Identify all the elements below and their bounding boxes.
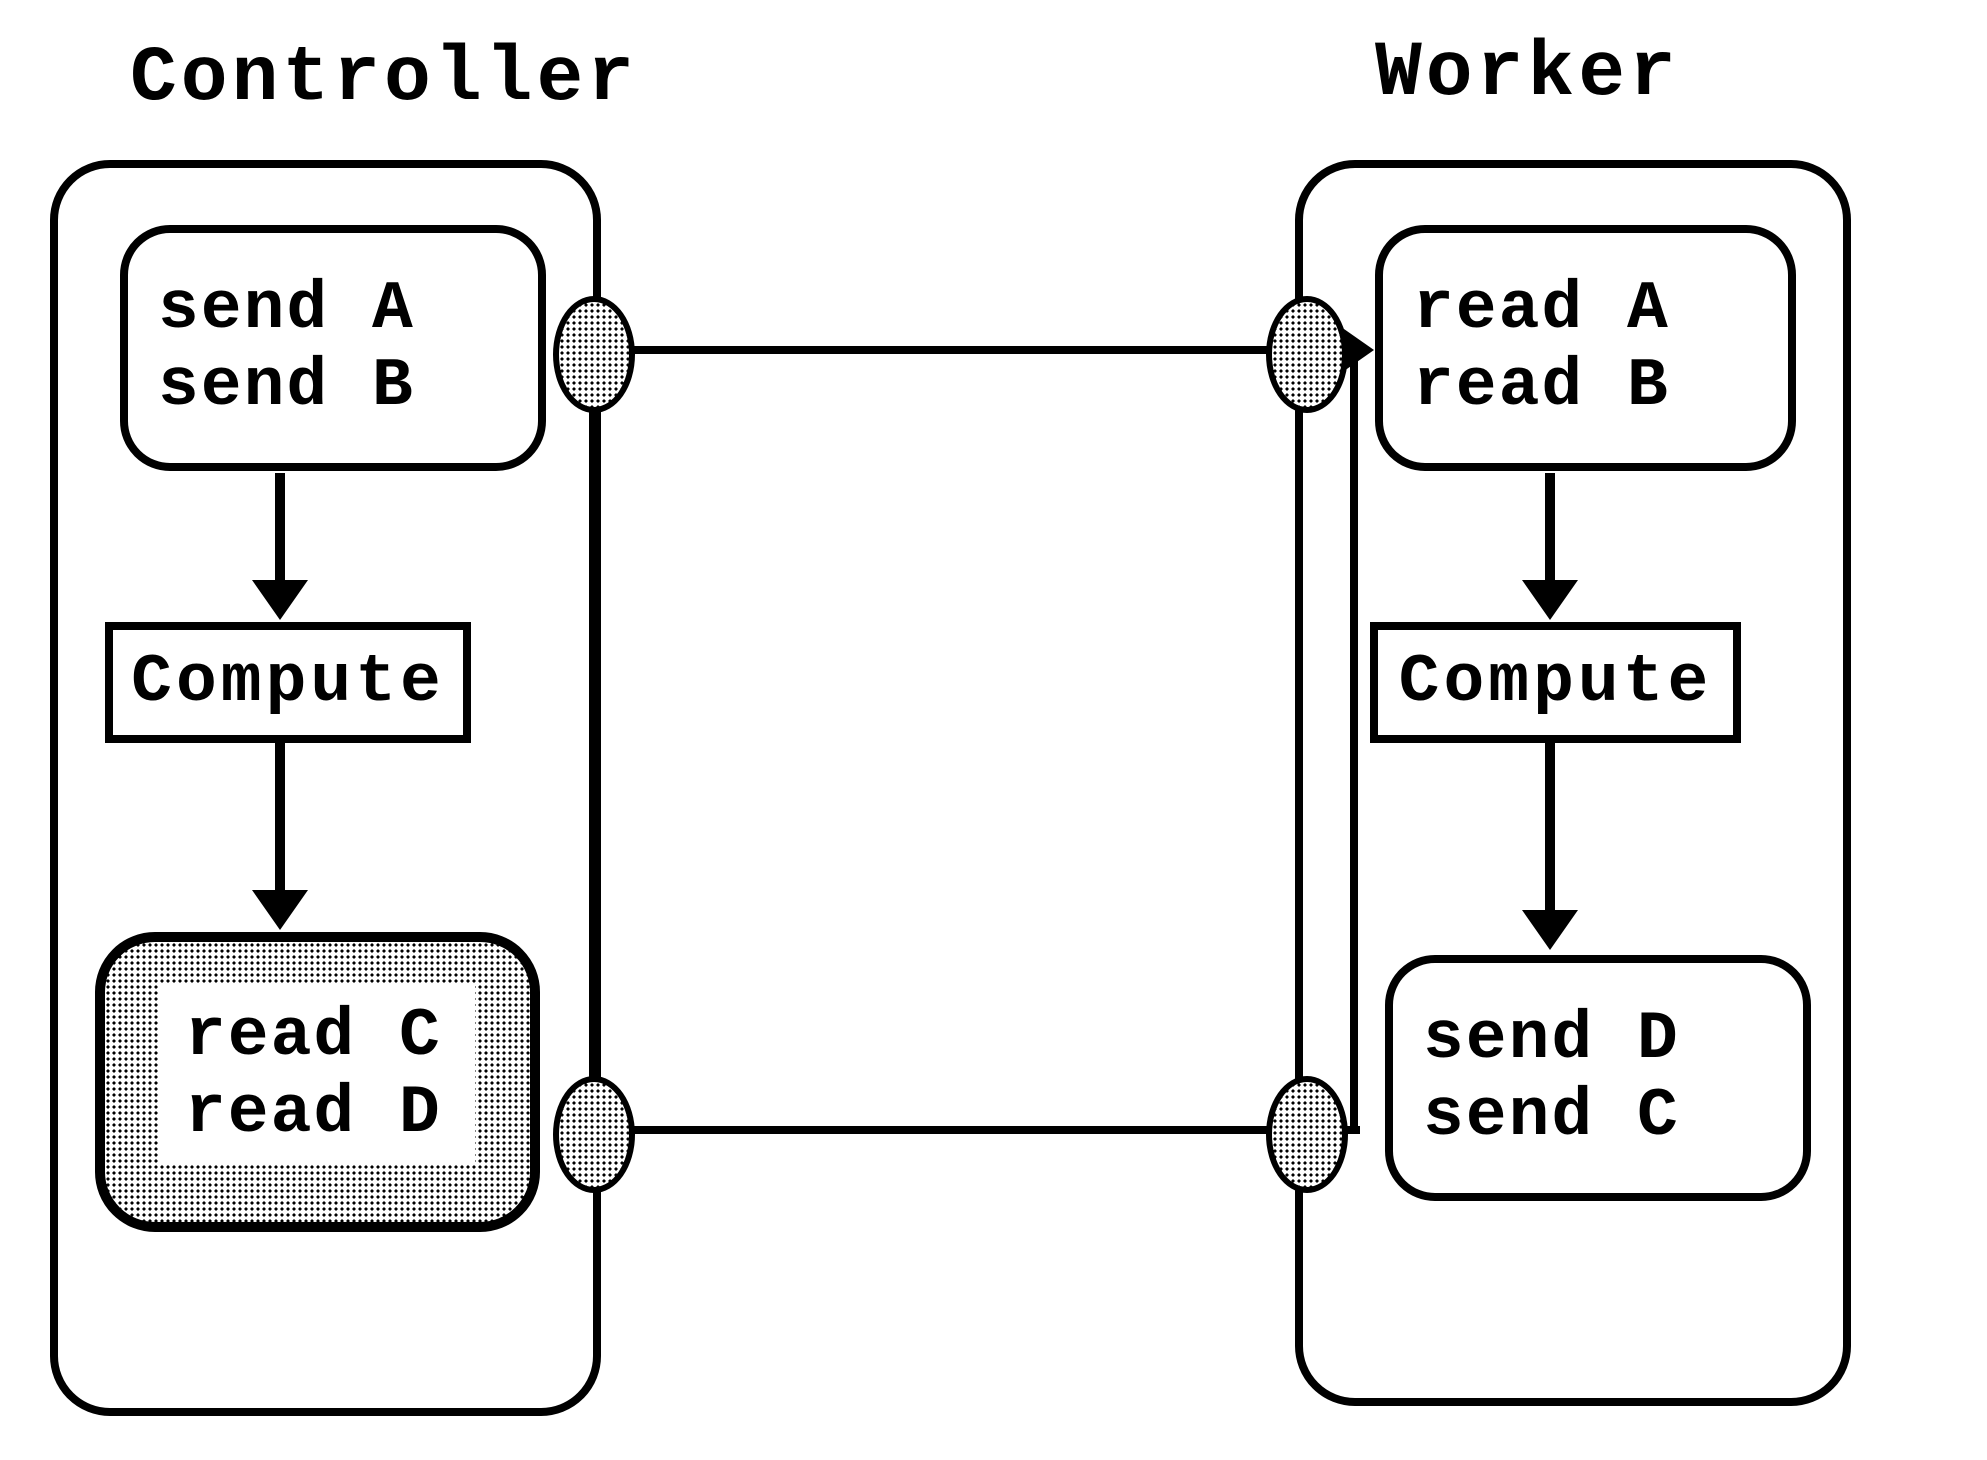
worker-compute: Compute	[1370, 622, 1741, 743]
wrk-arrow1-line	[1545, 473, 1555, 588]
read-C-text: read C	[185, 998, 475, 1075]
controller-send-node: send A send B	[120, 225, 546, 471]
read-A-text: read A	[1413, 271, 1788, 348]
controller-title: Controller	[130, 35, 638, 123]
send-C-text: send C	[1423, 1078, 1803, 1155]
ctrl-arrow1-head	[252, 580, 308, 620]
diagram-canvas: Controller Worker send A send B Compute …	[0, 0, 1987, 1460]
wrk-arrow2-line	[1545, 742, 1555, 917]
send-B-text: send B	[158, 348, 538, 425]
top-connection-line	[580, 346, 1355, 354]
controller-read-inner: read C read D	[160, 985, 475, 1165]
worker-title: Worker	[1375, 30, 1680, 118]
ctrl-arrow2-head	[252, 890, 308, 930]
send-A-text: send A	[158, 271, 538, 348]
controller-port-top	[553, 296, 635, 413]
worker-port-bottom	[1266, 1076, 1348, 1193]
send-D-text: send D	[1423, 1001, 1803, 1078]
read-B-text: read B	[1413, 348, 1788, 425]
wrk-arrow1-head	[1522, 580, 1578, 620]
worker-send-node: send D send C	[1385, 955, 1811, 1201]
ctrl-arrow2-line	[275, 742, 285, 897]
controller-port-bottom	[553, 1076, 635, 1193]
bottom-connection-line	[605, 1126, 1360, 1134]
wrk-arrow2-head	[1522, 910, 1578, 950]
worker-read-node: read A read B	[1375, 225, 1796, 471]
controller-compute: Compute	[105, 622, 471, 743]
worker-port-top	[1266, 296, 1348, 413]
ctrl-arrow1-line	[275, 473, 285, 588]
read-D-text: read D	[185, 1075, 475, 1152]
